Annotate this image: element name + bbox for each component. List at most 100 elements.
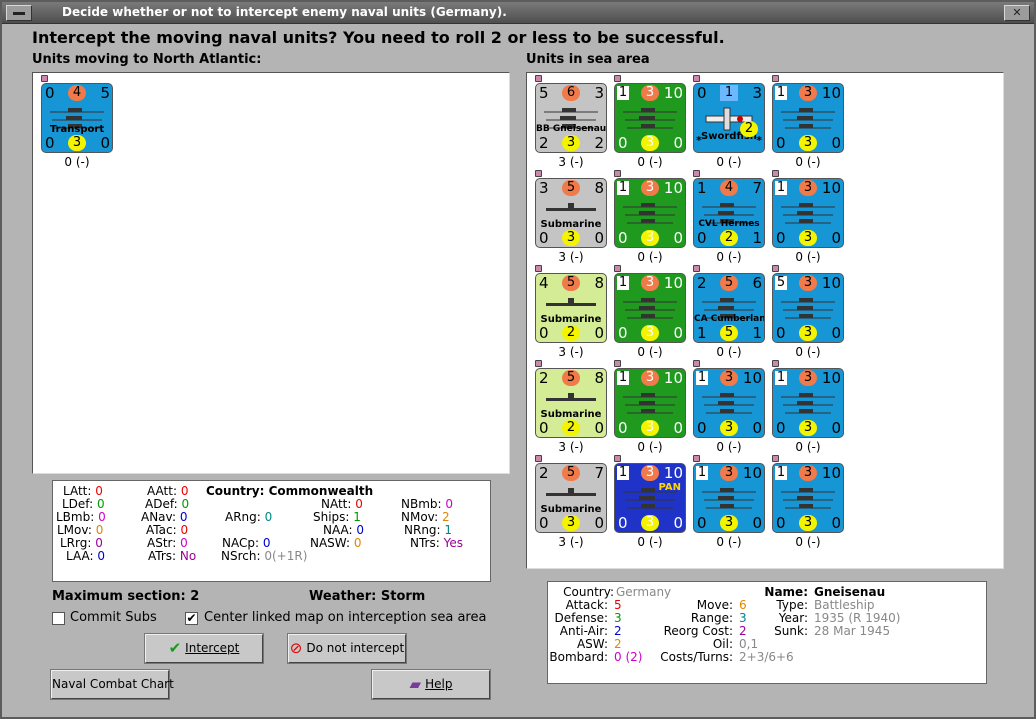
help-button[interactable]: ▰ Help: [372, 670, 490, 699]
max-section: Maximum section: 2: [52, 589, 200, 604]
unit-counter[interactable]: 1 4 7 CVL Hermes 0 2 1: [693, 178, 765, 248]
aatt-value: 0: [180, 484, 189, 498]
atac-key: ATac:: [146, 523, 177, 537]
naval-combat-chart-button[interactable]: Naval Combat Chart: [51, 670, 174, 699]
info-asw-key: ASW:: [576, 637, 608, 651]
unit-counter[interactable]: 2 5 8 Submarine 0 2 0: [535, 368, 607, 438]
center-map-checkbox[interactable]: ✔: [185, 612, 198, 625]
info-move-key: Move:: [696, 598, 733, 612]
unit-slot-label: 3 (-): [558, 155, 584, 169]
unit-slot[interactable]: 1 3 10 0 3 0 0 (-): [693, 360, 765, 454]
sea-area-units-label: Units in sea area: [526, 52, 650, 67]
unit-counter[interactable]: 0 1 3 Swordfish 2 * *: [693, 83, 765, 153]
stats-country-key: Country:: [206, 484, 265, 498]
unit-top-left: 2: [697, 274, 707, 292]
unit-name: CA Cumberland: [694, 314, 765, 324]
unit-slot[interactable]: 0 1 3 Swordfish 2 * * 0 (-): [693, 75, 765, 169]
intercept-button[interactable]: ✔ Intercept: [145, 634, 263, 663]
unit-slot[interactable]: 5 6 3 BB Gneisenau 2 3 2 3 (-): [535, 75, 607, 169]
unit-slot[interactable]: 1 4 7 CVL Hermes 0 2 1 0 (-): [693, 170, 765, 264]
unit-counter[interactable]: 1 3 10 0 3 0: [772, 178, 844, 248]
info-costs-value: 2+3/6+6: [739, 650, 794, 664]
unit-counter[interactable]: 1 3 10 0 3 0: [772, 368, 844, 438]
unit-flag-icon: [772, 265, 779, 272]
unit-slot[interactable]: 2 5 7 Submarine 0 3 0 3 (-): [535, 455, 607, 549]
astr-value: 0: [180, 536, 188, 550]
unit-counter[interactable]: 2 5 6 CA Cumberland 1 5 1: [693, 273, 765, 343]
naa-value: 0: [356, 523, 365, 537]
unit-slot[interactable]: 1 3 10 0 3 0 0 (-): [693, 455, 765, 549]
unit-counter[interactable]: 5 3 10 0 3 0: [772, 273, 844, 343]
unit-top-right: 10: [663, 179, 683, 197]
unit-counter[interactable]: 1 3 10 0 3 0: [614, 83, 686, 153]
unit-bot-left: 0: [539, 324, 549, 342]
unit-info-panel: Country: Germany Attack: 5 Defense: 3 An…: [547, 581, 987, 684]
unit-slot[interactable]: 2 5 6 CA Cumberland 1 5 1 0 (-): [693, 265, 765, 359]
unit-counter[interactable]: 1 3 10 0 3 0: [693, 368, 765, 438]
unit-flag-icon: [772, 170, 779, 177]
unit-counter[interactable]: 1 3 10 0 3 0: [614, 178, 686, 248]
natt-value: 0: [355, 497, 363, 511]
do-not-intercept-button[interactable]: ⊘ Do not intercept: [288, 634, 406, 663]
unit-top-left: 1: [697, 179, 707, 197]
unit-slot[interactable]: 1 3 10 0 3 0 0 (-): [772, 170, 844, 264]
unit-bot-left: 2: [539, 134, 549, 152]
center-map-label: Center linked map on interception sea ar…: [204, 610, 487, 625]
unit-slot[interactable]: 1 3 10 0 3 0 0 (-): [614, 75, 686, 169]
unit-slot[interactable]: 1 3 10 0 3 0 0 (-): [614, 170, 686, 264]
unit-bot-right: 0: [673, 514, 683, 532]
nacp-value: 0: [262, 536, 271, 550]
unit-counter[interactable]: 2 5 7 Submarine 0 3 0: [535, 463, 607, 533]
info-year-value: 1935 (R 1940): [814, 611, 901, 625]
title-bar[interactable]: Decide whether or not to intercept enemy…: [2, 2, 1034, 24]
system-menu-button[interactable]: [6, 5, 32, 21]
unit-counter[interactable]: 1 3 10 0 3 0: [614, 368, 686, 438]
unit-counter[interactable]: 3 5 8 Submarine 0 3 0: [535, 178, 607, 248]
unit-counter[interactable]: 1 3 10 0 3 0: [772, 83, 844, 153]
unit-slot-label: 0 (-): [795, 440, 821, 454]
sea-area-units-panel: 5 6 3 BB Gneisenau 2 3 2 3 (-) 1 3 10 0 3 0 0 (-) 0 1 3 Sw…: [526, 72, 1004, 569]
unit-slot-label: 0 (-): [716, 345, 742, 359]
nrng-value: 1: [444, 523, 453, 537]
unit-counter[interactable]: 5 6 3 BB Gneisenau 2 3 2: [535, 83, 607, 153]
lbmb-key: LBmb:: [56, 510, 95, 524]
commit-subs-checkbox[interactable]: [52, 612, 65, 625]
unit-slot[interactable]: 1 3 10 0 3 0 0 (-): [614, 265, 686, 359]
unit-slot[interactable]: 0 4 5 Transport 0 3 0 0 (-): [41, 75, 113, 169]
atrs-value: No: [179, 549, 197, 563]
unit-counter[interactable]: 4 5 8 Submarine 0 2 0: [535, 273, 607, 343]
info-defense-key: Defense:: [554, 611, 608, 625]
unit-slot[interactable]: 5 3 10 0 3 0 0 (-): [772, 265, 844, 359]
unit-slot[interactable]: 2 5 8 Submarine 0 2 0 3 (-): [535, 360, 607, 454]
ship-silhouette-icon: [779, 484, 837, 514]
info-sunk-value: 28 Mar 1945: [814, 624, 891, 638]
unit-counter[interactable]: 0 4 5 Transport 0 3 0: [41, 83, 113, 153]
unit-slot-label: 0 (-): [716, 250, 742, 264]
unit-counter[interactable]: 1 3 10 0 3 0: [693, 463, 765, 533]
unit-slot[interactable]: 4 5 8 Submarine 0 2 0 3 (-): [535, 265, 607, 359]
unit-bot-right: 0: [594, 324, 604, 342]
unit-slot[interactable]: 3 5 8 Submarine 0 3 0 3 (-): [535, 170, 607, 264]
unit-bot-right: 0: [831, 419, 841, 437]
unit-counter[interactable]: 1 3 10 0 3 0: [772, 463, 844, 533]
ship-silhouette-icon: [700, 484, 758, 514]
unit-flag-icon: [535, 265, 542, 272]
unit-slot[interactable]: 1 3 10 0 3 0 0 (-): [772, 360, 844, 454]
unit-slot[interactable]: 1 3 10 0 3 0 0 (-): [772, 75, 844, 169]
naval-combat-chart-button-label: Naval Combat Chart: [52, 677, 174, 691]
unit-top-right: 10: [821, 369, 841, 387]
unit-counter[interactable]: 1 3 10 0 3 0: [614, 273, 686, 343]
unit-slot[interactable]: 1 3 10 PAN 0 3 0 0 (-): [614, 455, 686, 549]
close-button[interactable]: ✕: [1004, 5, 1030, 21]
unit-name: PAN: [658, 482, 681, 493]
unit-bot-right: 0: [752, 419, 762, 437]
moving-units-label: Units moving to North Atlantic:: [32, 52, 262, 67]
unit-slot[interactable]: 1 3 10 0 3 0 0 (-): [772, 455, 844, 549]
unit-flag-icon: [614, 360, 621, 367]
unit-slot[interactable]: 1 3 10 0 3 0 0 (-): [614, 360, 686, 454]
unit-counter[interactable]: 1 3 10 PAN 0 3 0: [614, 463, 686, 533]
unit-slot-label: 0 (-): [795, 535, 821, 549]
unit-slot-label: 0 (-): [637, 345, 663, 359]
unit-slot-label: 0 (-): [637, 535, 663, 549]
unit-bot-right: 0: [673, 134, 683, 152]
